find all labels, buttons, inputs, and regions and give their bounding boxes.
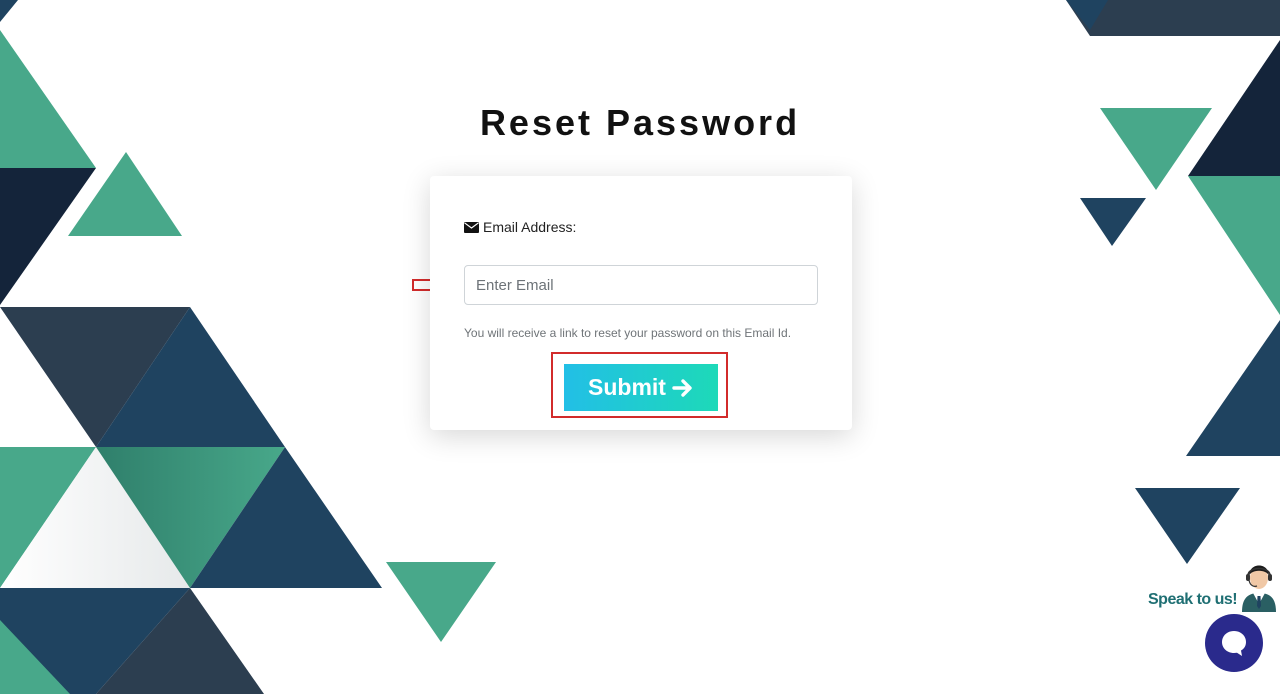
- helper-text: You will receive a link to reset your pa…: [464, 326, 792, 340]
- submit-button-label: Submit: [588, 374, 666, 400]
- arrow-right-icon: [672, 378, 692, 397]
- chat-bubble-icon: [1222, 631, 1246, 656]
- bg-triangle: [0, 0, 18, 22]
- speak-to-us-label[interactable]: Speak to us!: [1148, 591, 1238, 609]
- bg-triangle: [0, 168, 96, 305]
- reset-password-card: Email Address: You will receive a link t…: [430, 176, 852, 430]
- bg-triangle: [1080, 198, 1146, 246]
- envelope-icon: [464, 221, 479, 233]
- bg-triangle: [1188, 176, 1280, 315]
- page-title: Reset Password: [479, 102, 801, 143]
- email-label: Email Address:: [464, 219, 576, 235]
- support-agent-icon[interactable]: [1238, 552, 1280, 612]
- email-label-text: Email Address:: [483, 219, 577, 235]
- bg-triangle: [386, 562, 496, 642]
- bg-triangle: [1186, 320, 1280, 456]
- email-input[interactable]: [464, 265, 818, 305]
- submit-button[interactable]: Submit: [564, 364, 718, 411]
- bg-triangle: [1135, 488, 1240, 564]
- bg-triangle: [0, 30, 96, 168]
- chat-button[interactable]: [1205, 614, 1263, 672]
- reset-password-page: Reset Password Email Address: You will r…: [0, 0, 1280, 694]
